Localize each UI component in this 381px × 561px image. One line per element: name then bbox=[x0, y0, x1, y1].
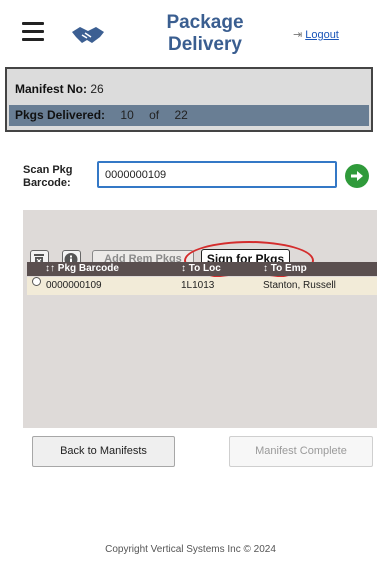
handshake-icon bbox=[72, 27, 104, 43]
app-header: Package Delivery ⇥ Logout bbox=[0, 0, 381, 64]
manifest-number-label: Manifest No: bbox=[15, 82, 87, 96]
manifest-number-row: Manifest No: 26 bbox=[15, 82, 104, 96]
pkgs-total: 22 bbox=[174, 108, 188, 122]
cell-barcode: 0000000109 bbox=[46, 280, 102, 291]
pkgs-delivered-count: 10 bbox=[120, 108, 134, 122]
pkgs-delivered-row: Pkgs Delivered: 10 of 22 bbox=[9, 105, 369, 126]
manifest-complete-button[interactable]: Manifest Complete bbox=[229, 436, 373, 467]
column-header-barcode[interactable]: ↕↑ Pkg Barcode bbox=[45, 262, 119, 276]
scan-barcode-input[interactable] bbox=[97, 161, 337, 188]
back-to-manifests-button[interactable]: Back to Manifests bbox=[32, 436, 175, 467]
cell-to-loc: 1L1013 bbox=[181, 280, 215, 291]
scan-barcode-label: Scan Pkg Barcode: bbox=[23, 164, 73, 189]
column-header-to-loc[interactable]: ↕ To Loc bbox=[181, 262, 221, 276]
pkgs-delivered-label: Pkgs Delivered: bbox=[15, 108, 106, 122]
go-button[interactable] bbox=[345, 164, 369, 188]
cell-to-emp: Stanton, Russell bbox=[263, 280, 336, 291]
column-header-to-emp[interactable]: ↕ To Emp bbox=[263, 262, 307, 276]
arrow-right-circle-icon bbox=[351, 171, 363, 181]
copyright-text: Copyright Vertical Systems Inc © 2024 bbox=[105, 544, 276, 555]
page-title: Package Delivery bbox=[166, 12, 244, 55]
radio-icon[interactable] bbox=[32, 277, 41, 286]
table-row[interactable]: 0000000109 1L1013 Stanton, Russell bbox=[27, 277, 377, 295]
packages-panel bbox=[23, 210, 377, 428]
manifest-number-value: 26 bbox=[90, 82, 104, 96]
logout-icon: ⇥ bbox=[293, 29, 303, 41]
hamburger-menu-icon[interactable] bbox=[22, 22, 44, 42]
table-header: ↕↑ Pkg Barcode ↕ To Loc ↕ To Emp bbox=[27, 262, 377, 276]
logout-link[interactable]: ⇥ Logout bbox=[293, 28, 339, 41]
manifest-info-panel: Manifest No: 26 Pkgs Delivered: 10 of 22 bbox=[5, 67, 373, 132]
pkgs-of-label: of bbox=[149, 108, 160, 122]
